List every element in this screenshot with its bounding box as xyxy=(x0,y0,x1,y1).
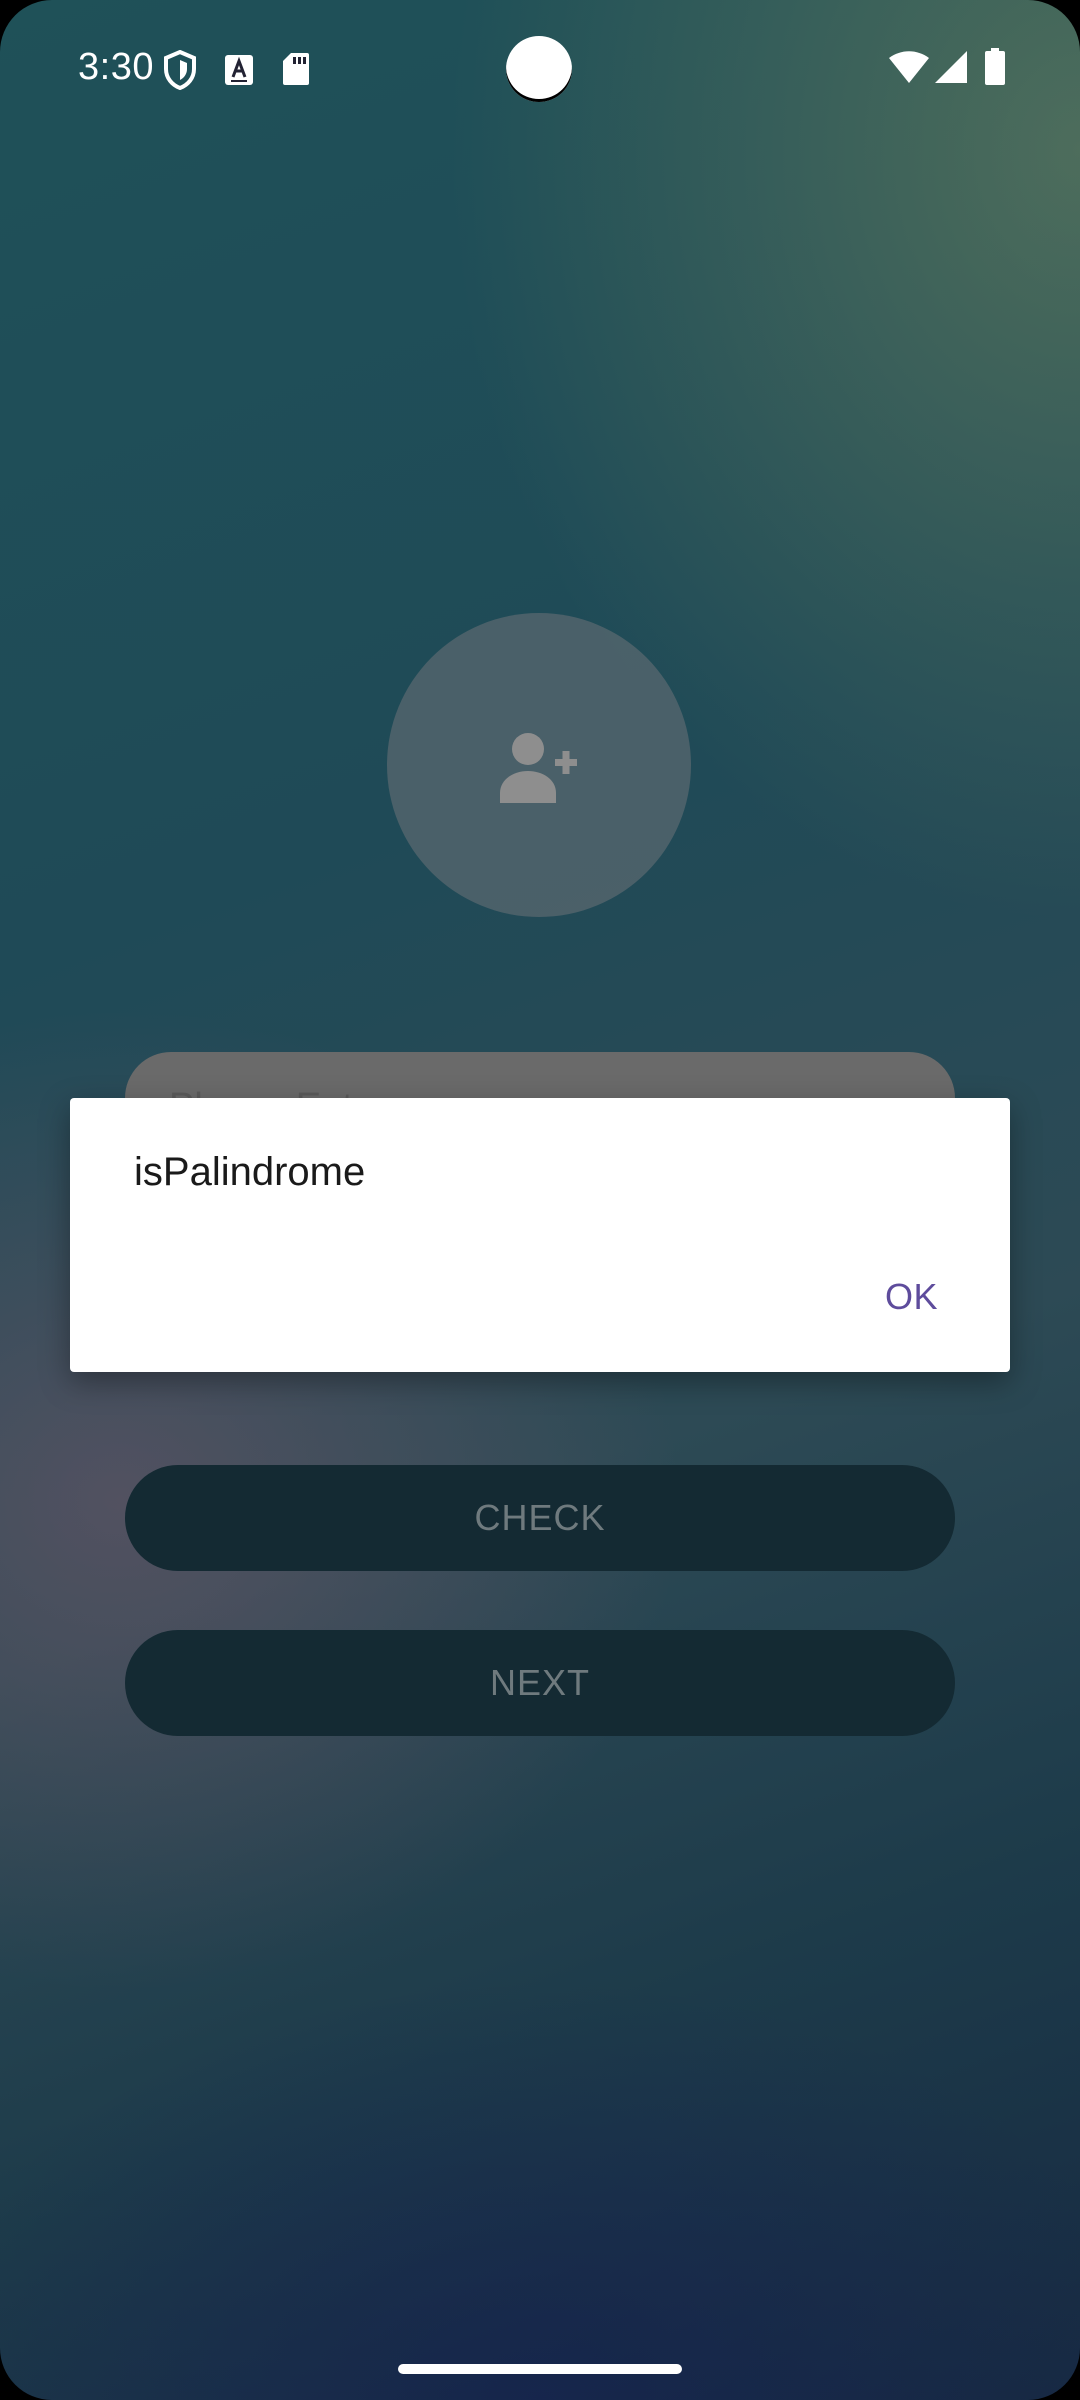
add-person-icon xyxy=(500,733,577,803)
alert-dialog: isPalindrome OK xyxy=(70,1098,1010,1372)
wifi-icon xyxy=(889,51,929,83)
battery-icon xyxy=(985,48,1005,85)
keyboard-icon xyxy=(225,55,253,85)
sd-card-icon xyxy=(283,53,309,85)
next-button[interactable]: NEXT xyxy=(125,1630,955,1736)
cell-signal-icon xyxy=(935,51,967,83)
home-indicator[interactable] xyxy=(398,2364,682,2374)
app-screen: 3:30 CHECK NEXT isPalindrome OK xyxy=(0,0,1080,2400)
avatar-button[interactable] xyxy=(387,613,691,917)
dialog-title: isPalindrome xyxy=(134,1150,366,1194)
ok-button[interactable]: OK xyxy=(885,1276,938,1318)
camera-cutout xyxy=(506,36,572,102)
check-button[interactable]: CHECK xyxy=(125,1465,955,1571)
status-time: 3:30 xyxy=(78,46,154,88)
shield-icon xyxy=(164,50,196,90)
